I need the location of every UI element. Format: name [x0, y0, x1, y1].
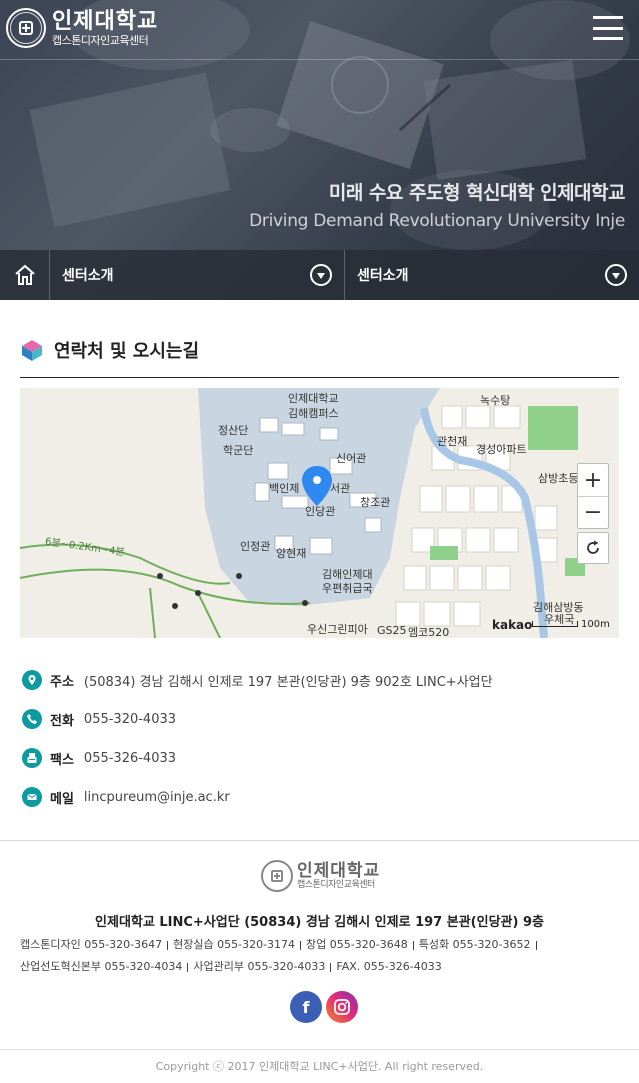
location-pin-icon: [22, 670, 42, 690]
map-label: 인제대학교: [288, 392, 339, 405]
footer-address: 인제대학교 LINC+사업단 (50834) 경남 김해시 인제로 197 본관…: [95, 915, 544, 930]
category-select-2[interactable]: 센터소개: [345, 250, 639, 300]
zoom-out-button[interactable]: −: [578, 496, 608, 528]
zoom-controls: + −: [577, 463, 609, 529]
top-bar: 인제대학교 캡스톤디자인교육센터: [0, 0, 639, 60]
zoom-in-button[interactable]: +: [578, 464, 608, 496]
contact-info: 주소 (50834) 경남 김해시 인제로 197 본관(인당관) 9층 902…: [22, 668, 493, 824]
category-select-2-label: 센터소개: [357, 268, 409, 284]
copyright: Copyright ⓒ 2017 인제대학교 LINC+사업단. All rig…: [155, 1060, 484, 1073]
map-label: 엠코520: [408, 626, 450, 638]
contact-value: 055-326-4033: [83, 750, 177, 766]
contact-label: 팩스: [50, 752, 74, 768]
map-label: 관천재: [437, 435, 468, 448]
sub-navigation: 센터소개 센터소개: [0, 250, 639, 300]
location-map[interactable]: 인제대학교 김해캠퍼스 정산단 학군단 신어관 백인제 서관 인당관 창조관 인…: [20, 388, 619, 638]
footer-phone: 특성화 055-320-3652: [418, 938, 531, 951]
contact-label: 전화: [50, 713, 74, 729]
university-seal-icon: [261, 860, 293, 892]
contact-label: 메일: [50, 791, 74, 807]
hero-banner: 인제대학교 캡스톤디자인교육센터 미래 수요 주도형 혁신대학 인제대학교 Dr…: [0, 0, 639, 300]
map-label: 김해캠퍼스: [288, 407, 339, 420]
footer-logo-subtitle: 캡스톤디자인교육센터: [297, 879, 375, 890]
map-refresh-button[interactable]: [577, 532, 609, 564]
map-label: 인정관: [240, 540, 271, 553]
slogan-korean: 미래 수요 주도형 혁신대학 인제대학교: [328, 182, 626, 204]
footer-logo: 인제대학교 캡스톤디자인교육센터: [261, 860, 380, 892]
hamburger-icon[interactable]: [593, 16, 623, 40]
footer-phone: FAX. 055-326-4033: [336, 960, 442, 973]
hero-slogan: 미래 수요 주도형 혁신대학 인제대학교 Driving Demand Revo…: [249, 178, 625, 231]
map-label: 양현재: [276, 547, 307, 560]
footer-phone: 캡스톤디자인 055-320-3647: [20, 938, 163, 951]
chevron-down-icon: [605, 264, 627, 286]
contact-label: 주소: [50, 674, 74, 690]
map-label: 학군단: [223, 444, 254, 457]
chevron-down-icon: [310, 264, 332, 286]
map-label: 녹수탕: [480, 394, 511, 407]
map-label: 우편취급국: [322, 582, 373, 595]
contact-row-mail: 메일 lincpureum@inje.ac.kr: [22, 785, 493, 809]
university-seal-icon: [6, 8, 46, 48]
map-label: 인당관: [305, 505, 336, 518]
mail-icon: [22, 787, 42, 807]
map-scale-bar: [532, 621, 578, 627]
footer-divider: [0, 840, 639, 841]
footer-logo-title: 인제대학교: [297, 860, 381, 881]
slogan-english: Driving Demand Revolutionary University …: [249, 211, 625, 231]
map-label: 서관: [330, 482, 351, 495]
home-icon: [14, 264, 35, 285]
footer-phone: 현장실습 055-320-3174: [173, 938, 296, 951]
map-label: 경성아파트: [476, 443, 527, 456]
home-button[interactable]: [0, 250, 50, 300]
instagram-icon[interactable]: [326, 991, 358, 1023]
footer-phone: 사업관리부 055-320-4033: [193, 960, 326, 973]
site-logo[interactable]: 인제대학교 캡스톤디자인교육센터: [6, 8, 158, 48]
social-links: f: [290, 991, 358, 1023]
category-select-1-label: 센터소개: [62, 268, 114, 284]
map-label: 창조관: [360, 496, 391, 509]
section-header: 연락처 및 오시는길: [20, 338, 619, 378]
map-label: 백인제: [269, 482, 300, 495]
fax-icon: [22, 748, 42, 768]
contact-value[interactable]: 055-320-4033: [84, 712, 176, 727]
map-scale-label: 100m: [581, 619, 610, 630]
logo-subtitle: 캡스톤디자인교육센터: [52, 33, 149, 47]
footer-phone: 산업선도혁신본부 055-320-4034: [20, 960, 183, 973]
phone-icon: [22, 709, 42, 729]
logo-title: 인제대학교: [52, 8, 159, 34]
section-title: 연락처 및 오시는길: [54, 341, 200, 362]
facebook-icon[interactable]: f: [290, 991, 322, 1023]
map-label: GS25: [377, 624, 407, 637]
contact-value[interactable]: lincpureum@inje.ac.kr: [84, 790, 230, 805]
contact-value: (50834) 경남 김해시 인제로 197 본관(인당관) 9층 902호 L…: [83, 674, 493, 690]
footer-phone: 창업 055-320-3648: [306, 938, 408, 951]
map-label: 우신그린피아: [307, 623, 368, 636]
map-label: 정산단: [218, 424, 249, 437]
contact-row-phone: 전화 055-320-4033: [22, 707, 493, 731]
footer-phone-list: 캡스톤디자인 055-320-3647 현장실습 055-320-3174 창업 0…: [20, 934, 620, 978]
contact-row-fax: 팩스 055-326-4033: [22, 746, 493, 770]
footer-divider: [0, 1049, 639, 1050]
map-brand: kakao: [492, 618, 533, 632]
category-select-1[interactable]: 센터소개: [50, 250, 345, 300]
map-label: 삼방초등: [538, 472, 579, 485]
map-label: 신어관: [336, 452, 367, 465]
contact-row-address: 주소 (50834) 경남 김해시 인제로 197 본관(인당관) 9층 902…: [22, 668, 493, 692]
refresh-icon: [587, 540, 599, 554]
cube-icon: [22, 340, 42, 361]
